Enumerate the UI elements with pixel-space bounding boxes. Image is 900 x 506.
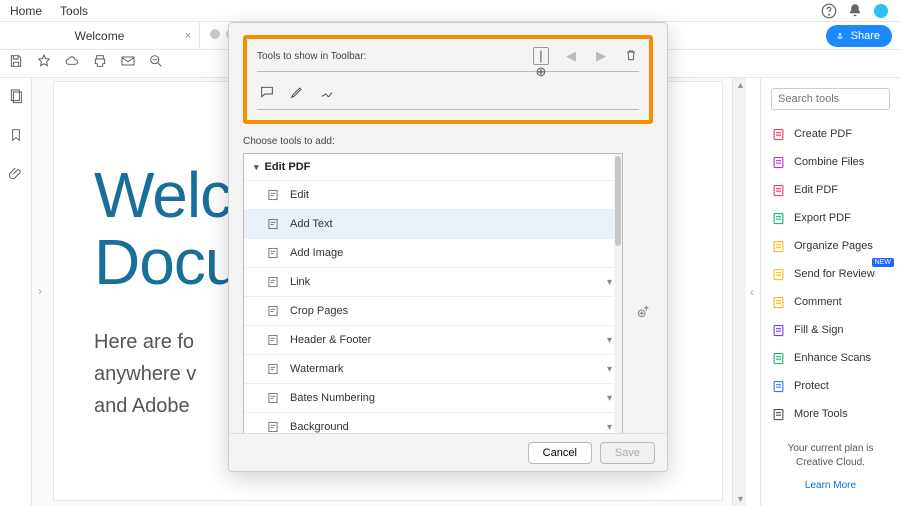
- tool-combine-files[interactable]: Combine Files: [771, 148, 890, 176]
- tab-title: Welcome: [75, 29, 125, 43]
- star-icon[interactable]: [36, 53, 52, 74]
- tree-item-background[interactable]: Background ▾: [244, 412, 622, 433]
- tool-label: Protect: [794, 380, 829, 392]
- save-button[interactable]: Save: [600, 442, 655, 464]
- add-to-toolbar-button[interactable]: [633, 153, 653, 433]
- tree-item-label: Edit: [290, 189, 309, 201]
- chevron-down-icon: ▾: [607, 422, 612, 433]
- current-toolbar-tools: [257, 80, 639, 110]
- tool-tree[interactable]: Edit PDF Edit Add Text Add Image Link ▾ Crop …: [243, 153, 623, 433]
- tree-item-bates-numbering[interactable]: Bates Numbering ▾: [244, 383, 622, 412]
- tool-label: More Tools: [794, 408, 848, 420]
- tree-item-label: Background: [290, 421, 349, 433]
- menu-tools[interactable]: Tools: [60, 4, 88, 18]
- tool-edit-pdf[interactable]: Edit PDF: [771, 176, 890, 204]
- cloud-icon[interactable]: [64, 53, 80, 74]
- tree-item-label: Link: [290, 276, 310, 288]
- prev-icon[interactable]: ◀: [563, 48, 579, 64]
- tool-organize-pages[interactable]: Organize Pages: [771, 232, 890, 260]
- collapse-left-icon[interactable]: [38, 282, 44, 302]
- tree-item-watermark[interactable]: Watermark ▾: [244, 354, 622, 383]
- plan-note: Your current plan is Creative Cloud.: [771, 442, 890, 470]
- tree-item-add-image[interactable]: Add Image: [244, 238, 622, 267]
- tool-label: Create PDF: [794, 128, 852, 140]
- tree-item-label: Bates Numbering: [290, 392, 375, 404]
- tool-protect[interactable]: Protect: [771, 372, 890, 400]
- cancel-button[interactable]: Cancel: [528, 442, 592, 464]
- left-rail: [0, 78, 32, 506]
- tool-label: Comment: [794, 296, 842, 308]
- sign-icon[interactable]: [319, 84, 335, 105]
- tree-item-edit[interactable]: Edit: [244, 180, 622, 209]
- highlighter-icon[interactable]: [289, 84, 305, 105]
- choose-tools-label: Choose tools to add:: [243, 136, 653, 147]
- collapse-right-icon[interactable]: [746, 78, 760, 506]
- tool-label: Enhance Scans: [794, 352, 871, 364]
- learn-more-link[interactable]: Learn More: [771, 480, 890, 491]
- print-icon[interactable]: [92, 53, 108, 74]
- document-tab[interactable]: Welcome ×: [0, 22, 200, 49]
- tree-item-header-footer[interactable]: Header & Footer ▾: [244, 325, 622, 354]
- tool-export-pdf[interactable]: Export PDF: [771, 204, 890, 232]
- save-icon[interactable]: [8, 53, 24, 74]
- tree-item-label: Add Text: [290, 218, 333, 230]
- tool-fill-sign[interactable]: Fill & Sign: [771, 316, 890, 344]
- tree-item-label: Header & Footer: [290, 334, 371, 346]
- tree-item-label: Crop Pages: [290, 305, 348, 317]
- tools-panel: Create PDF Combine Files Edit PDF Export PD…: [760, 78, 900, 506]
- tool-more-tools[interactable]: More Tools: [771, 400, 890, 428]
- share-label: Share: [851, 30, 880, 42]
- chevron-down-icon: ▾: [607, 364, 612, 375]
- tree-item-label: Add Image: [290, 247, 343, 259]
- tool-label: Organize Pages: [794, 240, 873, 252]
- tool-comment[interactable]: Comment: [771, 288, 890, 316]
- tool-label: Fill & Sign: [794, 324, 844, 336]
- trash-icon[interactable]: [623, 48, 639, 65]
- tool-label: Send for Review: [794, 268, 875, 280]
- comment-icon[interactable]: [259, 84, 275, 105]
- next-icon[interactable]: ▶: [593, 48, 609, 64]
- customize-quick-tools-dialog: Tools to show in Toolbar: |⊕ ◀ ▶ Choose …: [228, 22, 668, 472]
- tree-category-edit-pdf[interactable]: Edit PDF: [244, 154, 622, 180]
- menu-home[interactable]: Home: [10, 4, 42, 18]
- tree-item-link[interactable]: Link ▾: [244, 267, 622, 296]
- attachment-icon[interactable]: [8, 166, 24, 187]
- share-button[interactable]: Share: [826, 25, 892, 47]
- new-badge: NEW: [872, 258, 894, 267]
- toolbar-section-label: Tools to show in Toolbar:: [257, 51, 533, 62]
- search-input[interactable]: [771, 88, 890, 110]
- tool-label: Combine Files: [794, 156, 864, 168]
- help-icon[interactable]: [820, 2, 838, 20]
- tree-item-add-text[interactable]: Add Text: [244, 209, 622, 238]
- tool-enhance-scans[interactable]: Enhance Scans: [771, 344, 890, 372]
- avatar[interactable]: [872, 2, 890, 20]
- tree-item-crop-pages[interactable]: Crop Pages: [244, 296, 622, 325]
- bookmark-icon[interactable]: [8, 127, 24, 148]
- vertical-scrollbar[interactable]: ▲▼: [732, 78, 746, 506]
- mail-icon[interactable]: [120, 53, 136, 74]
- app-menubar: Home Tools: [0, 0, 900, 22]
- tool-label: Export PDF: [794, 212, 851, 224]
- zoom-out-icon[interactable]: [148, 53, 164, 74]
- toolbar-section-highlight: Tools to show in Toolbar: |⊕ ◀ ▶: [243, 35, 653, 124]
- bell-icon[interactable]: [846, 2, 864, 20]
- chevron-down-icon: ▾: [607, 393, 612, 404]
- tool-create-pdf[interactable]: Create PDF: [771, 120, 890, 148]
- dialog-footer: Cancel Save: [229, 433, 667, 471]
- insert-divider-icon[interactable]: |⊕: [533, 47, 549, 65]
- chevron-down-icon: ▾: [607, 335, 612, 346]
- tool-label: Edit PDF: [794, 184, 838, 196]
- chevron-down-icon: ▾: [607, 277, 612, 288]
- close-icon[interactable]: ×: [185, 30, 191, 42]
- tool-send-for-review[interactable]: Send for ReviewNEW: [771, 260, 890, 288]
- tree-item-label: Watermark: [290, 363, 343, 375]
- pages-icon[interactable]: [8, 88, 24, 109]
- tree-scrollbar[interactable]: [614, 154, 622, 433]
